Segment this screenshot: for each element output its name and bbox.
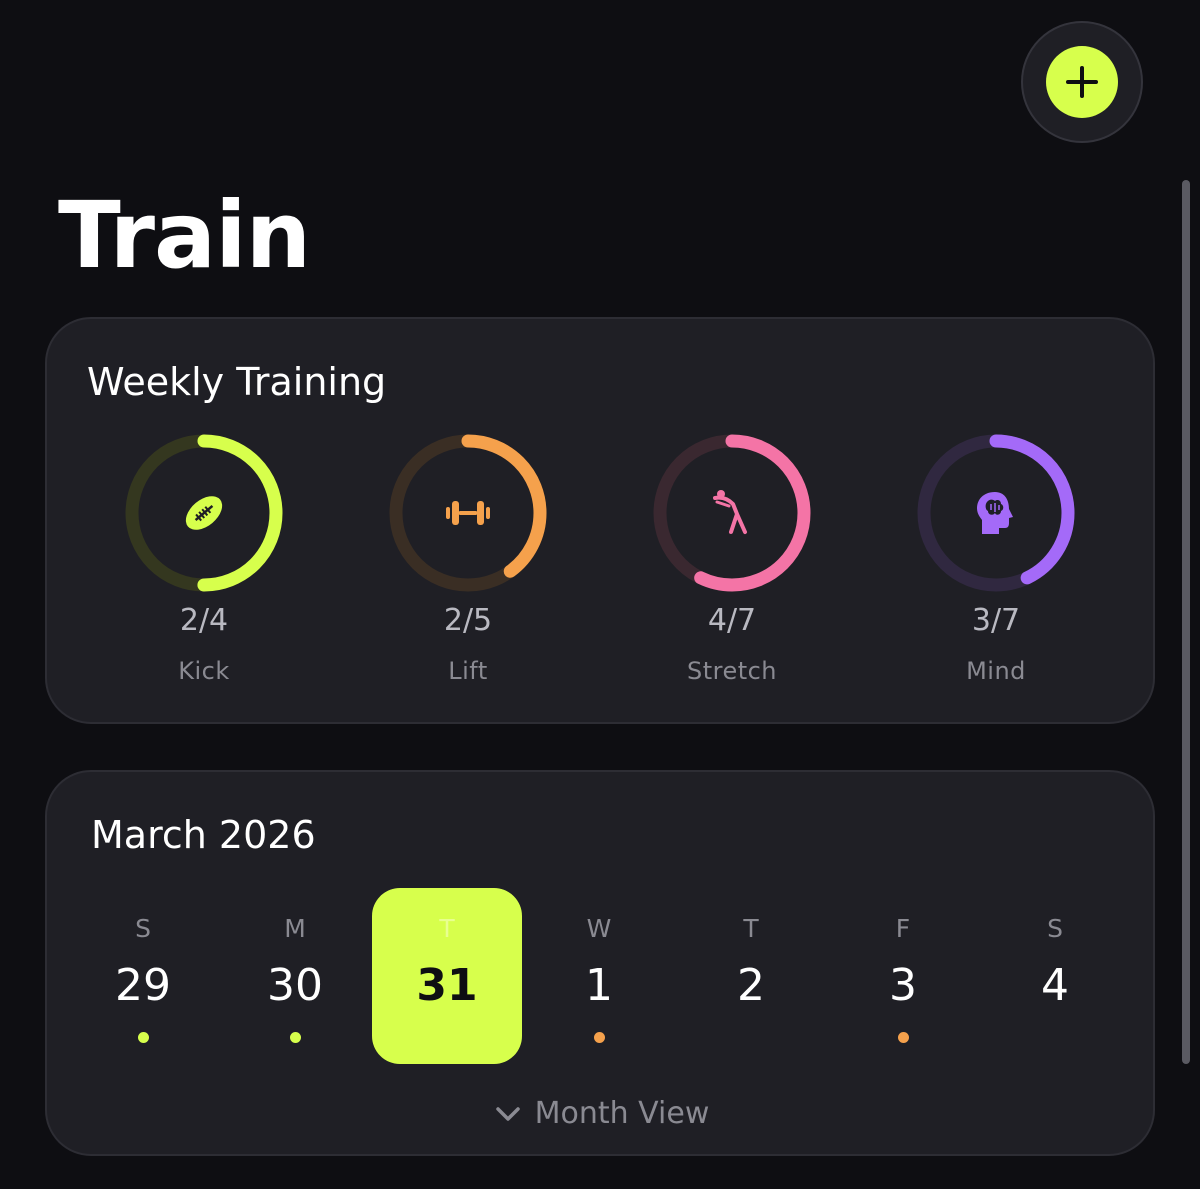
add-button[interactable] — [1021, 21, 1143, 143]
activity-dot — [138, 1032, 149, 1043]
ring-count-stretch: 4/7 — [707, 603, 757, 638]
month-view-label: Month View — [534, 1096, 710, 1131]
day-letter: S — [135, 914, 151, 943]
brain-head-icon — [977, 492, 1013, 534]
ring-count-kick: 2/4 — [179, 603, 229, 638]
ring-label-kick: Kick — [178, 657, 230, 685]
train-screen: Train Weekly Training 2/4 Kick 2/5 Lift … — [0, 0, 1200, 1189]
activity-dot — [594, 1032, 605, 1043]
calendar-day[interactable]: S 29 — [68, 888, 218, 1064]
day-letter: T — [439, 914, 455, 943]
calendar-day[interactable]: F 3 — [828, 888, 978, 1064]
calendar-day[interactable]: S 4 — [980, 888, 1130, 1064]
activity-dot — [898, 1032, 909, 1043]
day-letter: W — [586, 914, 612, 943]
month-view-toggle[interactable]: Month View — [47, 1096, 1157, 1131]
calendar-day[interactable]: T 2 — [676, 888, 826, 1064]
day-number: 1 — [585, 960, 613, 1011]
day-letter: T — [743, 914, 759, 943]
dumbbell-icon — [446, 501, 490, 525]
day-number: 2 — [737, 960, 765, 1011]
scrollbar[interactable] — [1182, 180, 1190, 1064]
day-letter: F — [895, 914, 911, 943]
calendar-card: March 2026 S 29 M 30 T 31 W 1 T 2 F 3 S … — [45, 770, 1155, 1156]
ring-count-lift: 2/5 — [443, 603, 493, 638]
day-number: 3 — [889, 960, 917, 1011]
day-letter: M — [284, 914, 306, 943]
ring-label-mind: Mind — [966, 657, 1026, 685]
day-letter: S — [1047, 914, 1063, 943]
day-number: 31 — [416, 960, 478, 1011]
calendar-month-title: March 2026 — [91, 813, 316, 857]
calendar-day[interactable]: W 1 — [524, 888, 674, 1064]
weekly-training-card: Weekly Training 2/4 Kick 2/5 Lift 4/7 St… — [45, 317, 1155, 724]
activity-dot — [290, 1032, 301, 1043]
ring-label-stretch: Stretch — [686, 657, 778, 685]
ring-item-lift[interactable]: 2/5 Lift — [368, 433, 568, 693]
ring-count-mind: 3/7 — [971, 603, 1021, 638]
stretch-figure-icon — [713, 490, 747, 534]
ring-item-stretch[interactable]: 4/7 Stretch — [632, 433, 832, 693]
weekly-training-title: Weekly Training — [87, 360, 387, 404]
ring-item-mind[interactable]: 3/7 Mind — [896, 433, 1096, 693]
day-number: 30 — [267, 960, 323, 1011]
page-title: Train — [58, 182, 311, 289]
football-icon — [185, 496, 223, 530]
ring-item-kick[interactable]: 2/4 Kick — [104, 433, 304, 693]
day-number: 29 — [115, 960, 171, 1011]
day-number: 4 — [1041, 960, 1069, 1011]
ring-label-lift: Lift — [448, 657, 488, 685]
plus-icon — [1046, 46, 1118, 118]
chevron-down-icon — [495, 1106, 520, 1121]
calendar-day-selected[interactable]: T 31 — [372, 888, 522, 1064]
calendar-day[interactable]: M 30 — [220, 888, 370, 1064]
